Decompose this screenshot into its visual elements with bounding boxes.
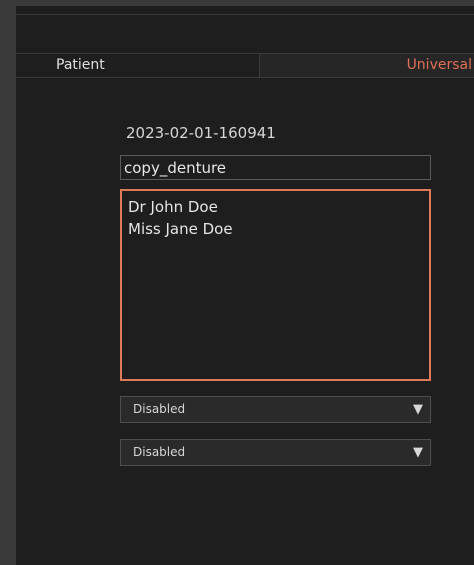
case-name-input[interactable] xyxy=(120,155,431,180)
tab-universal[interactable]: Universal xyxy=(260,54,474,77)
dropdown-2[interactable]: Disabled ▼ xyxy=(120,439,431,466)
names-line: Dr John Doe xyxy=(128,198,218,216)
names-textarea[interactable]: Dr John Doe Miss Jane Doe xyxy=(120,189,431,381)
app-window: Patient Universal 2023-02-01-160941 Dr J… xyxy=(0,0,474,565)
chevron-down-icon: ▼ xyxy=(413,402,423,417)
left-gutter xyxy=(0,0,16,565)
tab-patient[interactable]: Patient xyxy=(16,54,260,77)
top-divider xyxy=(16,14,474,15)
dropdown-2-value: Disabled xyxy=(133,445,186,459)
dropdown-1[interactable]: Disabled ▼ xyxy=(120,396,431,423)
dropdown-1-value: Disabled xyxy=(133,402,186,416)
chevron-down-icon: ▼ xyxy=(413,445,423,460)
tab-bar: Patient Universal xyxy=(16,53,474,78)
case-id-label: 2023-02-01-160941 xyxy=(126,124,276,142)
names-line: Miss Jane Doe xyxy=(128,220,233,238)
